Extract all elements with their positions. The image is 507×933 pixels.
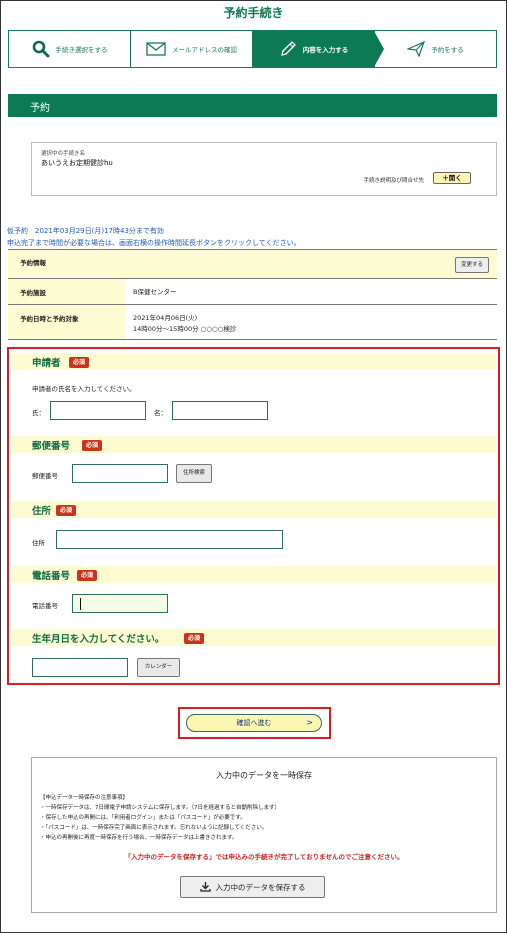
reservation-header: 予約情報	[20, 259, 46, 267]
step-reserve: 予約をする	[375, 31, 496, 67]
mail-icon	[146, 42, 166, 56]
reservation-info-table: 予約情報 変更する 予約施設 B保健センター 予約日時と予約対象 2021年04…	[8, 249, 497, 340]
last-name-input[interactable]	[50, 401, 146, 420]
chevron-right-icon: >	[306, 718, 313, 727]
facility-value: B保健センター	[133, 288, 177, 296]
provisional-notice: 仮予約 2021年03月29日(月)17時43分まで有効	[7, 227, 164, 235]
date-value: 2021年04月06日(火)	[133, 314, 198, 322]
calendar-button[interactable]: カレンダー	[137, 658, 180, 677]
page-title: 予約手続き	[223, 6, 284, 20]
applicant-instruction: 申請者の氏名を入力してください。	[32, 385, 136, 393]
save-note: ・保存した申込の再開には、「利用者ログイン」または「パスコード」が必要です。	[40, 815, 246, 821]
required-badge: 必須	[82, 440, 103, 451]
open-button[interactable]: ＋開く	[433, 172, 471, 184]
table-row: 予約日時と予約対象 2021年04月06日(火) 14時00分～15時00分 ○…	[8, 305, 497, 340]
address-band	[11, 501, 496, 518]
change-button[interactable]: 変更する	[455, 257, 489, 273]
save-title: 入力中のデータを一時保存	[216, 771, 312, 780]
save-note: ・申込の再開後に再度一時保存を行う場合、一時保存データは上書きされます。	[40, 835, 238, 841]
time-value: 14時00分～15時00分 ○○○○検診	[133, 325, 237, 333]
save-button-label: 入力中のデータを保存する	[215, 882, 306, 892]
birthdate-title: 生年月日を入力してください。	[32, 634, 165, 645]
first-name-input[interactable]	[172, 401, 268, 420]
step-email-confirm: メールアドレスの確認	[131, 31, 253, 67]
save-data-button[interactable]: 入力中のデータを保存する	[180, 876, 325, 898]
save-note: ・一時保存データは、7日間電子申請システムに保存します。（7日を経過すると自動削…	[40, 805, 281, 811]
extension-notice: 申込完了まで時間が必要な場合は、画面右横の操作時間延長ボタンをクリックしてくださ…	[7, 239, 301, 247]
required-badge: 必須	[77, 570, 98, 581]
step-label: 手続き選択をする	[55, 46, 108, 54]
applicant-title: 申請者	[32, 358, 61, 369]
first-name-label: 名：	[154, 409, 167, 417]
address-search-button[interactable]: 住所検索	[176, 464, 212, 483]
temporary-save-panel: 入力中のデータを一時保存 【申込データ一時保存の注意事項】 ・一時保存データは、…	[31, 757, 497, 913]
step-indicator: 手続き選択をする メールアドレスの確認 内容を入力する 予約をする	[8, 30, 497, 68]
confirm-button[interactable]: 確認へ進む >	[186, 714, 322, 732]
phone-label: 電話番号	[32, 602, 58, 610]
procedure-name: あいうえお定期健診hu	[41, 159, 113, 167]
pencil-icon	[279, 40, 297, 58]
save-note: ・「パスコード」は、一時保存完了画面に表示されます。忘れないように記録してくださ…	[40, 825, 268, 831]
input-form: 申請者 必須 申請者の氏名を入力してください。 氏： 名： 郵便番号 必須 郵便…	[7, 347, 500, 685]
procedure-label: 選択中の手続き名	[41, 151, 86, 157]
step-label: メールアドレスの確認	[172, 46, 237, 54]
step-label: 予約をする	[431, 46, 464, 54]
birthdate-input[interactable]	[32, 658, 128, 677]
required-badge: 必須	[69, 357, 90, 368]
table-row: 予約施設 B保健センター	[8, 279, 497, 305]
confirm-highlight: 確認へ進む >	[178, 707, 331, 739]
address-input[interactable]	[56, 530, 283, 549]
postal-input[interactable]	[72, 464, 168, 483]
required-badge: 必須	[184, 633, 205, 644]
procedure-help-label: 手続き説明及び問合せ先	[363, 178, 424, 184]
postal-label: 郵便番号	[32, 472, 58, 480]
address-label: 住所	[32, 539, 45, 547]
reservation-header-row: 予約情報 変更する	[8, 249, 497, 279]
step-label: 内容を入力する	[302, 46, 349, 54]
address-title: 住所	[32, 506, 52, 517]
text-caret	[80, 598, 81, 610]
send-icon	[407, 41, 426, 57]
facility-label: 予約施設	[8, 279, 126, 304]
search-icon	[32, 40, 50, 58]
datetime-value: 2021年04月06日(火) 14時00分～15時00分 ○○○○検診	[133, 313, 236, 335]
last-name-label: 氏：	[32, 409, 45, 417]
phone-title: 電話番号	[32, 571, 71, 582]
postal-title: 郵便番号	[32, 441, 71, 452]
selected-procedure-panel: 選択中の手続き名 あいうえお定期健診hu 手続き説明及び問合せ先 ＋開く	[31, 142, 497, 196]
confirm-label: 確認へ進む	[236, 719, 272, 727]
datetime-label: 予約日時と予約対象	[8, 305, 126, 339]
step-enter-details: 内容を入力する	[253, 31, 384, 67]
save-warning: 「入力中のデータを保存する」では申込みの手続きが完了しておりませんのでご注意くだ…	[124, 853, 404, 861]
save-note-heading: 【申込データ一時保存の注意事項】	[40, 795, 129, 801]
required-badge: 必須	[56, 505, 77, 516]
download-icon	[199, 881, 211, 894]
section-header: 予約	[8, 94, 497, 117]
phone-input[interactable]	[72, 594, 168, 613]
step-select-procedure: 手続き選択をする	[9, 31, 131, 67]
